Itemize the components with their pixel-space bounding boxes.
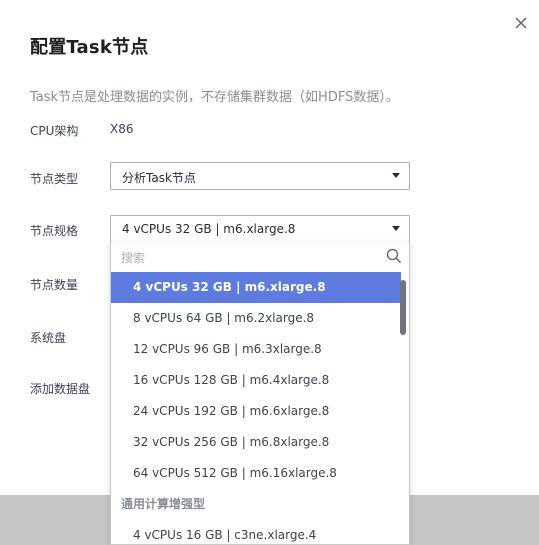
spec-option[interactable]: 12 vCPUs 96 GB | m6.3xlarge.8 — [111, 334, 401, 365]
node-type-value: 分析Task节点 — [122, 171, 196, 185]
dialog-description: Task节点是处理数据的实例，不存储集群数据（如HDFS数据）。 — [30, 90, 399, 105]
search-icon[interactable] — [386, 248, 402, 264]
spec-option[interactable]: 16 vCPUs 128 GB | m6.4xlarge.8 — [111, 365, 401, 396]
scrollbar-thumb[interactable] — [400, 280, 406, 335]
node-type-select[interactable]: 分析Task节点 — [110, 162, 410, 190]
node-spec-value: 4 vCPUs 32 GB | m6.xlarge.8 — [122, 222, 296, 236]
spec-option[interactable]: 8 vCPUs 64 GB | m6.2xlarge.8 — [111, 303, 401, 334]
spec-search-input[interactable]: 搜索 — [111, 242, 409, 272]
config-task-node-dialog: 配置Task节点 Task节点是处理数据的实例，不存储集群数据（如HDFS数据）… — [0, 0, 539, 545]
spec-group-label: 通用计算增强型 — [121, 497, 206, 511]
system-disk-label: 系统盘 — [30, 331, 67, 345]
spec-option-list: 4 vCPUs 32 GB | m6.xlarge.8 8 vCPUs 64 G… — [111, 272, 401, 544]
dialog-title: 配置Task节点 — [30, 37, 149, 58]
node-count-label: 节点数量 — [30, 278, 79, 292]
spec-option[interactable]: 4 vCPUs 32 GB | m6.xlarge.8 — [111, 272, 401, 303]
node-spec-dropdown: 搜索 4 vCPUs 32 GB | m6.xlarge.8 8 vCPUs 6… — [110, 242, 410, 545]
close-icon[interactable] — [512, 14, 530, 32]
node-spec-label: 节点规格 — [30, 224, 79, 238]
spec-option[interactable]: 24 vCPUs 192 GB | m6.6xlarge.8 — [111, 396, 401, 427]
data-disk-label: 添加数据盘 — [30, 382, 91, 396]
spec-option[interactable]: 32 vCPUs 256 GB | m6.8xlarge.8 — [111, 427, 401, 458]
dropdown-scrollbar[interactable] — [400, 272, 408, 544]
search-placeholder: 搜索 — [121, 251, 146, 265]
cpu-arch-value: X86 — [110, 122, 134, 136]
chevron-down-icon — [392, 226, 400, 231]
node-type-label: 节点类型 — [30, 172, 79, 186]
cpu-arch-label: CPU架构 — [30, 124, 79, 138]
node-spec-select[interactable]: 4 vCPUs 32 GB | m6.xlarge.8 — [110, 215, 410, 243]
spec-option[interactable]: 64 vCPUs 512 GB | m6.16xlarge.8 — [111, 458, 401, 489]
spec-option[interactable]: 4 vCPUs 16 GB | c3ne.xlarge.4 — [111, 520, 401, 544]
chevron-down-icon — [392, 173, 400, 178]
